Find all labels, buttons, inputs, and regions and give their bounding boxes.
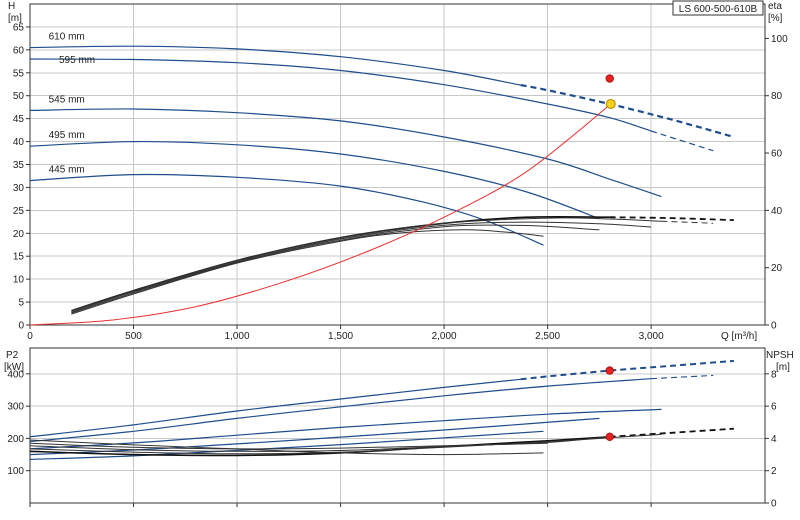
h-tick-label-20: 20: [13, 229, 25, 240]
head-curve-545-mm-solid: [29, 108, 662, 198]
npsh-point-marker: [605, 432, 614, 442]
power-curve-595-mm-dashed: [651, 374, 714, 380]
npsh-tick-label-6: 6: [771, 402, 777, 413]
h-tick-label-35: 35: [13, 160, 25, 171]
x-tick-label-0: 0: [27, 331, 33, 342]
npsh-tick-label-4: 4: [771, 434, 777, 445]
bottom-plot-frame: [29, 347, 766, 504]
head-curve-label-495-mm: 495 mm: [49, 130, 85, 141]
h-tick-label-25: 25: [13, 206, 25, 217]
eta-curve-445-mm-solid: [71, 229, 544, 315]
bottom-right-axis-unit: [m]: [776, 362, 790, 373]
efficiency-point-marker: [605, 74, 614, 83]
head-curve-label-545-mm: 545 mm: [49, 94, 85, 105]
eta-tick-label-0: 0: [771, 321, 777, 332]
h-tick-label-50: 50: [13, 91, 25, 102]
h-tick-label-40: 40: [13, 137, 25, 148]
top-right-axis-unit: [%]: [768, 13, 783, 24]
head-curve-610-mm-dashed: [520, 84, 735, 139]
x-axis-label: Q [m³/h]: [721, 331, 757, 342]
x-tick-label-2500: 2,500: [535, 331, 560, 342]
top-left-axis-unit: [m]: [8, 13, 22, 24]
h-tick-label-30: 30: [13, 183, 25, 194]
npsh-tick-label-0: 0: [771, 499, 777, 510]
top-right-axis-label: eta: [768, 1, 782, 12]
eta-tick-label-80: 80: [771, 91, 783, 102]
head-curve-label-595-mm: 595 mm: [59, 55, 95, 66]
eta-curve-595-mm-solid: [71, 217, 662, 312]
h-tick-label-45: 45: [13, 114, 25, 125]
npsh-tick-label-2: 2: [771, 466, 777, 477]
top-panel: 610 mm595 mm545 mm495 mm445 mm 0 500 1,000…: [8, 0, 788, 342]
power-curve-610-mm-solid: [29, 378, 521, 438]
power-curve-545-mm-solid: [29, 408, 662, 450]
head-curve-595-mm-dashed: [650, 130, 714, 152]
model-label-box: LS 600-500-610B: [672, 0, 764, 16]
x-tick-label-1000: 1,000: [225, 331, 250, 342]
p2-tick-label-200: 200: [7, 434, 24, 445]
h-tick-label-65: 65: [13, 22, 25, 33]
bottom-panel: 10020030040002468 P2 [kW] NPSH [m]: [4, 347, 794, 510]
eta-tick-label-40: 40: [771, 206, 783, 217]
h-tick-label-55: 55: [13, 68, 25, 79]
h-tick-label-0: 0: [18, 321, 24, 332]
x-tick-label-3000: 3,000: [639, 331, 664, 342]
x-tick-label-2000: 2,000: [432, 331, 457, 342]
x-tick-label-500: 500: [125, 331, 142, 342]
h-tick-label-5: 5: [18, 298, 24, 309]
duty-point-marker: [605, 98, 616, 109]
head-curve-445-mm-solid: [29, 173, 544, 246]
x-tick-label-1500: 1,500: [328, 331, 353, 342]
p2-tick-label-100: 100: [7, 466, 24, 477]
pump-performance-chart: 610 mm595 mm545 mm495 mm445 mm 0 500 1,000…: [4, 0, 794, 510]
bottom-left-axis-unit: [kW]: [4, 362, 24, 373]
h-tick-label-60: 60: [13, 45, 25, 56]
bottom-left-axis-label: P2: [6, 350, 19, 361]
npsh-curve-610-mm-dashed: [609, 427, 734, 438]
eta-tick-label-100: 100: [771, 34, 788, 45]
model-label: LS 600-500-610B: [679, 4, 758, 15]
eta-curve-545-mm-solid: [71, 221, 652, 313]
h-tick-label-10: 10: [13, 275, 25, 286]
p2-tick-label-300: 300: [7, 402, 24, 413]
eta-curve-595-mm-dashed: [661, 220, 714, 224]
bottom-right-axis-label: NPSH: [766, 350, 794, 361]
head-curve-610-mm-solid: [29, 45, 521, 86]
h-tick-label-15: 15: [13, 252, 25, 263]
eta-tick-label-60: 60: [771, 149, 783, 160]
head-curve-label-445-mm: 445 mm: [49, 165, 85, 176]
head-curve-label-610-mm: 610 mm: [49, 32, 85, 43]
power-point-marker: [605, 366, 614, 375]
eta-tick-label-20: 20: [771, 263, 783, 274]
system-curve: [29, 103, 612, 326]
top-left-axis-label: H: [8, 1, 15, 12]
